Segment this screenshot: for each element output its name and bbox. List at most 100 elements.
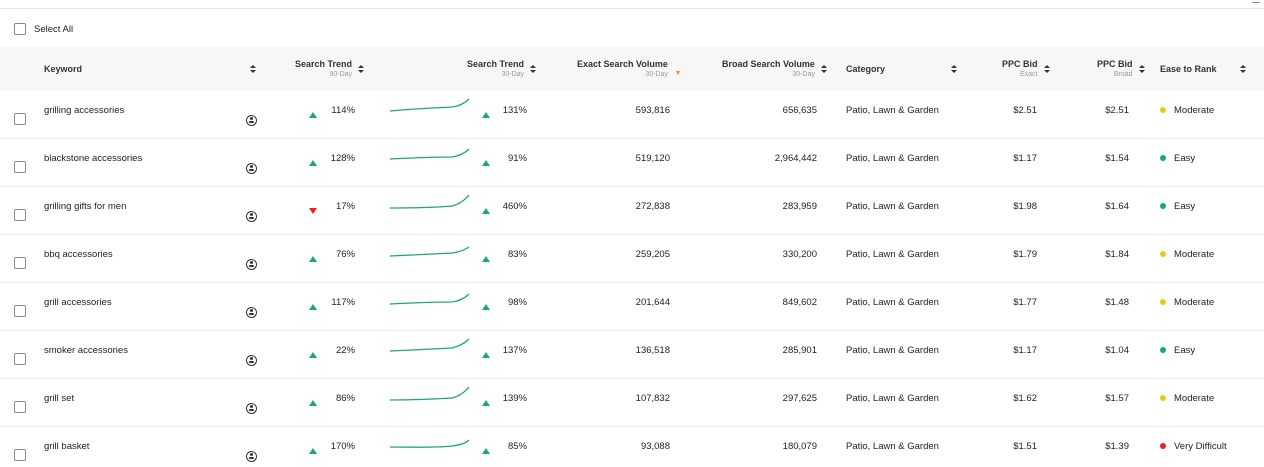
table-row[interactable]: grill accessories 117% 98% 201,644 849,6… [0,283,1264,331]
select-all-checkbox[interactable] [14,23,26,35]
sparkline-chart [390,246,470,257]
keyword-details-button[interactable] [246,91,257,139]
ease-status-dot-icon [1160,203,1166,209]
broad-volume-value: 285,901 [782,344,817,356]
table-row[interactable]: grilling accessories 114% 131% 593,816 6… [0,91,1264,139]
table-row[interactable]: blackstone accessories 128% 91% 519,120 … [0,139,1264,187]
sparkline-chart [390,439,470,448]
trend-up-icon [482,160,490,166]
ppc-exact-value: $1.98 [1013,200,1037,212]
sparkline-chart [390,386,470,401]
header-ppc-bid-exact[interactable]: PPC Bid Exact [1002,47,1050,91]
ease-to-rank-cell: Easy [1160,134,1195,182]
ease-status-dot-icon [1160,107,1166,113]
row-checkbox[interactable] [14,257,26,269]
keyword-cell[interactable]: grilling gifts for men [44,182,126,230]
header-ease-to-rank[interactable]: Ease to Rank [1160,47,1217,91]
header-keyword[interactable]: Keyword [44,47,82,91]
row-checkbox[interactable] [14,161,26,173]
trend30-value: 460% [502,200,527,212]
user-icon [246,114,257,126]
sparkline-chart [390,194,470,209]
broad-volume-value: 283,959 [782,200,817,212]
sort-ppc-exact-icon[interactable] [1043,65,1050,73]
row-checkbox[interactable] [14,449,26,461]
keyword-cell[interactable]: blackstone accessories [44,134,142,182]
keyword-details-button[interactable] [246,235,257,283]
keyword-cell[interactable]: bbq accessories [44,230,113,278]
row-checkbox[interactable] [14,209,26,221]
header-ppc-bid-broad[interactable]: PPC Bid Broad [1097,47,1145,91]
ppc-exact-value: $2.51 [1013,104,1037,116]
keyword-details-button[interactable] [246,283,257,331]
table-row[interactable]: grill set 86% 139% 107,832 297,625 Patio… [0,379,1264,427]
sparkline-chart [390,98,470,112]
row-checkbox[interactable] [14,353,26,365]
table-row[interactable]: smoker accessories 22% 137% 136,518 285,… [0,331,1264,379]
table-row[interactable]: grill basket 170% 85% 93,088 180,079 Pat… [0,427,1264,467]
ease-to-rank-label: Very Difficult [1174,440,1227,452]
sort-trend30-icon[interactable] [530,65,537,73]
trend30-value: 139% [502,392,527,404]
keyword-cell[interactable]: smoker accessories [44,326,128,374]
trend-up-icon [482,208,490,214]
sort-category-icon[interactable] [951,47,957,91]
sort-ppc-broad-icon[interactable] [1138,65,1145,73]
user-icon [246,306,257,318]
keyword-cell[interactable]: grill set [44,374,74,422]
sort-ease-icon[interactable] [1240,47,1246,91]
ease-status-dot-icon [1160,443,1166,449]
header-search-trend-90[interactable]: Search Trend 90-Day [295,47,365,91]
header-broad-search-volume[interactable]: Broad Search Volume 30-Day [722,47,827,91]
header-search-trend-30[interactable]: Search Trend 30-Day [467,47,537,91]
trend90-value: 17% [335,200,355,212]
keyword-details-button[interactable] [246,331,257,379]
row-checkbox[interactable] [14,113,26,125]
select-all[interactable]: Select All [14,22,73,36]
ease-to-rank-label: Moderate [1174,392,1215,404]
trend-down-icon [309,208,317,214]
table-row[interactable]: bbq accessories 76% 83% 259,205 330,200 … [0,235,1264,283]
trend-up-icon [482,112,490,118]
trend90-value: 128% [330,152,355,164]
keyword-cell[interactable]: grilling accessories [44,86,124,134]
trend30-arrow [482,139,490,187]
keyword-details-button[interactable] [246,379,257,427]
user-icon [246,354,257,366]
ease-status-dot-icon [1160,155,1166,161]
trend90-arrow [309,139,317,187]
sparkline-chart [390,338,470,352]
header-exact-search-volume[interactable]: Exact Search Volume 30-Day [577,47,680,91]
ppc-broad-value: $1.57 [1105,392,1129,404]
user-icon [246,162,257,174]
sort-keyword-icon[interactable] [250,47,256,91]
sort-active-icon[interactable] [675,71,680,75]
keyword-cell[interactable]: grill basket [44,422,89,467]
trend90-arrow [309,331,317,379]
sort-trend90-icon[interactable] [358,65,365,73]
table-row[interactable]: grilling gifts for men 17% 460% 272,838 … [0,187,1264,235]
sort-broad-icon[interactable] [820,65,827,73]
keyword-details-button[interactable] [246,139,257,187]
trend90-arrow [309,91,317,139]
trend-up-icon [309,256,317,262]
category-value: Patio, Lawn & Garden [846,296,939,308]
header-category[interactable]: Category [846,47,885,91]
keyword-details-button[interactable] [246,187,257,235]
category-value: Patio, Lawn & Garden [846,392,939,404]
trend-up-icon [309,448,317,454]
trend-up-icon [482,256,490,262]
ease-to-rank-cell: Very Difficult [1160,422,1227,467]
window-control-icon[interactable] [1252,0,1260,3]
sparkline-path [390,194,470,209]
trend30-value: 137% [502,344,527,356]
sparkline-path [390,293,470,305]
keyword-cell[interactable]: grill accessories [44,278,112,326]
keyword-details-button[interactable] [246,427,257,467]
ppc-exact-value: $1.79 [1013,248,1037,260]
ppc-broad-value: $1.39 [1105,440,1129,452]
row-checkbox[interactable] [14,401,26,413]
row-checkbox[interactable] [14,305,26,317]
trend90-value: 117% [331,296,355,308]
sparkline-chart [390,148,470,160]
